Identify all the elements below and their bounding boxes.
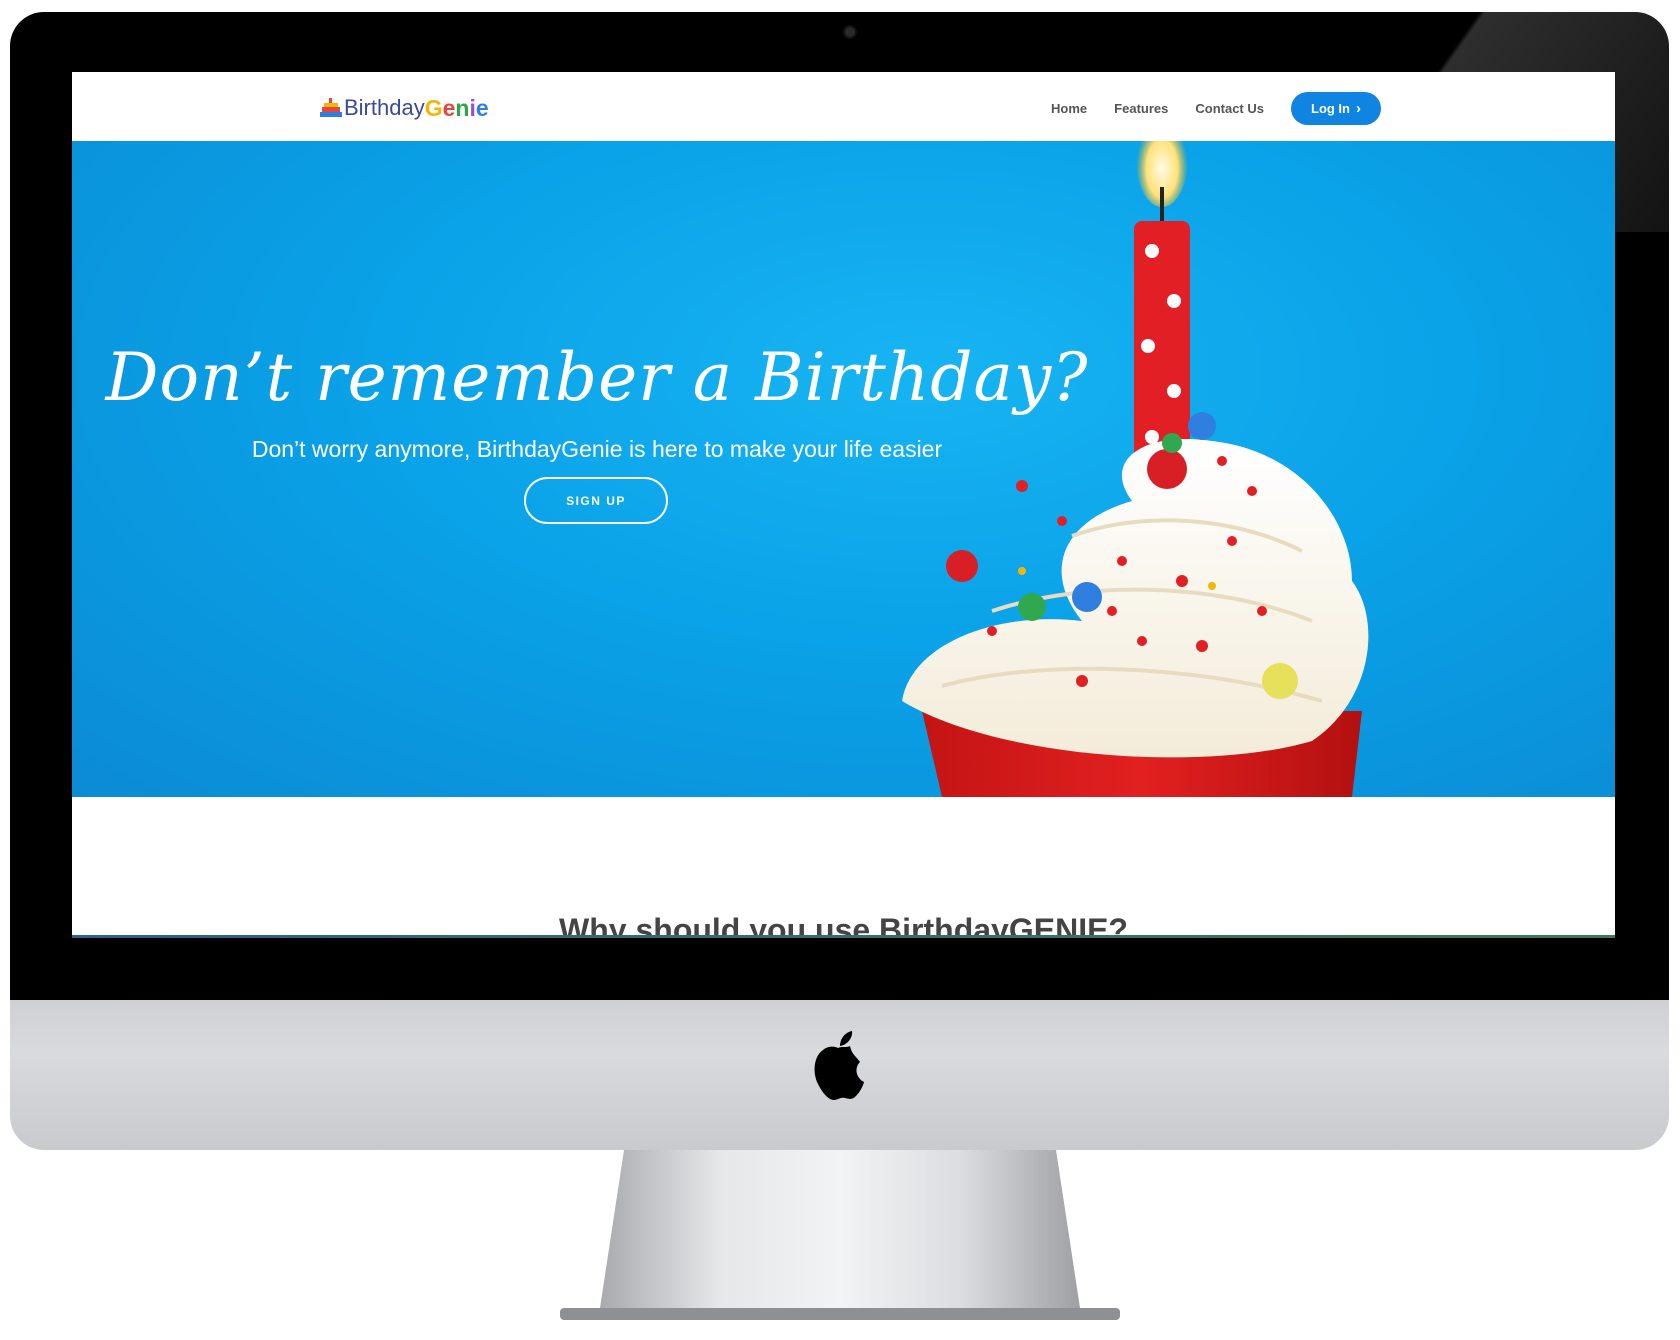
- login-button[interactable]: Log In ›: [1291, 92, 1381, 125]
- navbar: Birthday Genie Home Features Contact Us …: [72, 72, 1615, 141]
- nav-links: Home Features Contact Us Log In ›: [1051, 92, 1381, 125]
- nav-features[interactable]: Features: [1114, 101, 1168, 116]
- brand-letter: n: [455, 94, 470, 121]
- imac-stand: [560, 1150, 1120, 1320]
- chevron-right-icon: ›: [1356, 100, 1361, 117]
- sign-up-button[interactable]: SIGN UP: [524, 477, 668, 524]
- brand-letter: e: [442, 94, 456, 121]
- browser-screen: Birthday Genie Home Features Contact Us …: [72, 72, 1615, 938]
- hero-banner: Don’t remember a Birthday? Don’t worry a…: [72, 141, 1615, 797]
- screen-bottom-edge: [72, 935, 1615, 938]
- imac-chin: [10, 1000, 1669, 1150]
- brand-name-part2: Genie: [425, 95, 489, 122]
- brand-logo[interactable]: Birthday Genie: [320, 94, 489, 122]
- cake-logo-icon: [320, 98, 342, 117]
- nav-home[interactable]: Home: [1051, 101, 1087, 116]
- brand-name-part1: Birthday: [344, 95, 425, 120]
- nav-contact-us[interactable]: Contact Us: [1195, 101, 1264, 116]
- cupcake-image: [902, 141, 1369, 797]
- brand-letter: G: [424, 94, 443, 121]
- hero-title: Don’t remember a Birthday?: [105, 339, 1089, 416]
- brand-letter: e: [475, 94, 489, 121]
- login-label: Log In: [1311, 101, 1350, 116]
- hero-subtitle: Don’t worry anymore, BirthdayGenie is he…: [251, 436, 943, 462]
- apple-logo-icon: [814, 1031, 864, 1100]
- camera-icon: [843, 25, 857, 39]
